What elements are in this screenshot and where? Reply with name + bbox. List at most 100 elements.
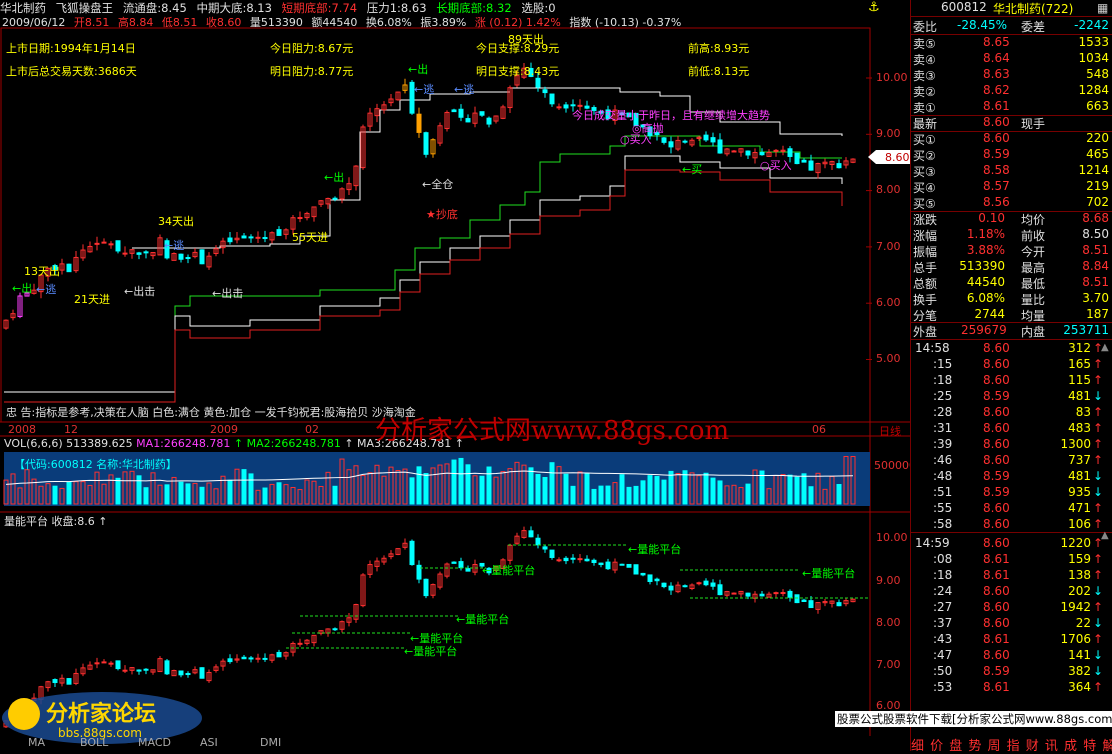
tick-direction-icon: ↑ [1092,357,1103,371]
volume-bar [458,457,464,505]
candle-body [185,257,191,260]
tab-dmi[interactable]: DMI [260,736,281,749]
ad-banner[interactable]: 股票公式股票软件下载[分析家公式网www.88gs.com] [835,711,1112,727]
platform-label-3: ←量能平台 [802,567,856,580]
tick-direction-icon: ↓ [1092,616,1103,630]
volume-bar [633,485,639,505]
arrow-left-icon: ← [36,283,46,296]
sub-candle-body [122,669,128,672]
sell-level-label: 卖① [913,101,936,115]
weibi-value: -28.45% [957,18,1008,32]
tick-volume: 737 [1068,453,1091,467]
arrow-up-icon: ↑ [233,437,244,450]
signal-chaodi: ★抄底 [426,208,458,221]
buy-row: 买④ 8.57 219 [911,179,1112,195]
buy-level-label: 买① [913,133,936,147]
sell-volume: 548 [1086,67,1109,81]
sub-candle-body [780,592,786,595]
buy-row: 买② 8.59 465 [911,147,1112,163]
tab-asi[interactable]: ASI [200,736,218,749]
inout-row: 外盘 259679 内盘 253711 [911,323,1112,339]
volume-bar [570,485,576,505]
period-daily[interactable]: 日线 [879,423,901,439]
tick-row: :47 8.60 141 ↓ [911,648,1112,664]
volume-bar [745,483,751,505]
volume-bar [185,483,191,505]
tick-direction-icon: ↓ [1092,485,1103,499]
weicha-label: 委差 [1021,20,1046,34]
circle-icon: ○ [620,133,630,146]
sub-candle-body [66,678,72,685]
sub-candle-body [570,557,576,560]
quote-tabs[interactable]: 细 价 盘 势 周 指 财 讯 成 特 解 [911,735,1112,754]
tick-time: :08 [933,552,953,566]
tick-volume: 159 [1068,552,1091,566]
tick-time: 14:59 [915,536,950,550]
sell-volume: 663 [1086,99,1109,113]
stat-value: 8.68 [1082,211,1109,225]
sell-price: 8.64 [983,51,1010,65]
stat-value: 2744 [974,307,1005,321]
buy-price: 8.56 [983,195,1010,209]
date-label-06: 06 [812,423,826,436]
sub-candle-body [661,582,667,588]
tick-volume: 935 [1068,485,1091,499]
sell-level-label: 卖④ [913,53,936,67]
volume-bar [703,472,709,505]
scroll-up-icon[interactable]: ▲ [1101,530,1109,541]
tick-volume: 141 [1068,648,1091,662]
grid-icon[interactable]: ▦ [1097,1,1108,15]
arrow-left-icon: ← [682,163,692,176]
sub-candle-body [584,558,590,562]
stat-label: 换手 [913,293,938,307]
arrow-left-icon: ← [456,613,466,626]
tick-price: 8.59 [983,664,1010,678]
logo-text: 分析家论坛 [46,702,157,727]
platform-lines [286,544,870,649]
tick-direction-icon: ↑ [1092,373,1103,387]
sub-candle-body [591,559,597,564]
candle-body [556,106,562,109]
sub-candle-body [563,557,569,562]
volume-bar [486,466,492,505]
date-label-2008: 2008 [8,423,36,436]
tick-time: :28 [933,405,953,419]
sub-candle-body [703,580,709,586]
volume-bar [115,477,121,505]
price-tag: 8.60 [885,151,910,164]
stat-value: 8.84 [1082,259,1109,273]
tick-price: 8.61 [983,632,1010,646]
buy-volume: 702 [1086,195,1109,209]
tab-ma[interactable]: MA [28,736,45,749]
candle-body [276,229,282,236]
tick-price: 8.60 [983,517,1010,531]
chart-area[interactable]: 华北制药 飞狐操盘王 流通盘:8.45 中期大底:8.13 短期底部:7.74 … [0,0,916,751]
tick-time: :15 [933,357,953,371]
buy-price: 8.60 [983,131,1010,145]
sub-candle-body [626,563,632,568]
tab-macd[interactable]: MACD [138,736,171,749]
candle-body [570,104,576,107]
tick-price: 8.60 [983,341,1010,355]
volume-bar [682,470,688,505]
indicator-tabs: MA BOLL MACD ASI DMI [0,736,300,751]
volume-bar [605,485,611,505]
volume-bar [801,473,807,505]
disclaimer-note: 忠 告:指标是参考,决策在人脑 白色:满仓 黄色:加仓 一发千钧祝君:股海拾贝 … [6,406,416,419]
signal-tao-3: ←逃 [414,83,435,96]
tick-time: :48 [933,469,953,483]
tab-boll[interactable]: BOLL [80,736,108,749]
sub-candle-body [423,578,429,597]
candle-body [759,151,765,156]
sub-candle-body [745,592,751,597]
stat-label: 前收 [1021,229,1046,243]
buy-volume: 465 [1086,147,1109,161]
scroll-up-icon[interactable]: ▲ [1101,342,1109,353]
arrow-left-icon: ← [164,239,174,252]
sub-candle-body [836,602,842,607]
sub-candle-body [52,679,58,684]
latest-row: 最新 8.60 现手 [911,115,1112,131]
volume-bar [626,486,632,505]
tick-direction-icon: ↑ [1092,405,1103,419]
pin-icon[interactable]: ⚓ [868,0,882,15]
